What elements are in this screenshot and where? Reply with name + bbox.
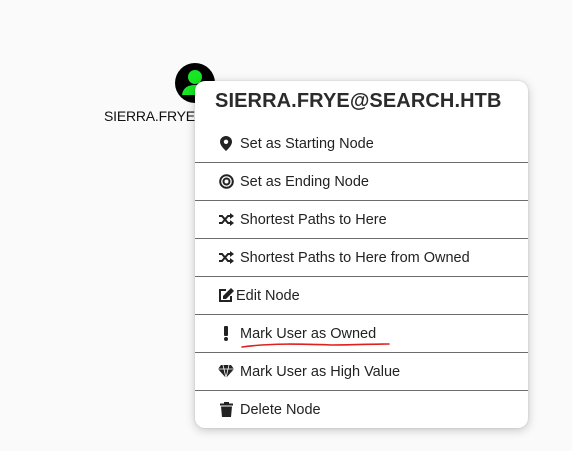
graph-canvas[interactable]: SIERRA.FRYE@SEARCH.HTB SIERRA.FRYE@SEARC…	[0, 0, 572, 451]
menu-item-label: Shortest Paths to Here from Owned	[240, 249, 470, 266]
bullseye-icon	[218, 174, 234, 190]
red-underline-annotation	[241, 343, 390, 348]
menu-list: Set as Starting Node Set as Ending Node …	[195, 125, 528, 428]
map-marker-icon	[218, 136, 234, 152]
menu-item-mark-high-value[interactable]: Mark User as High Value	[195, 353, 528, 391]
random-icon	[218, 212, 234, 228]
menu-item-set-starting-node[interactable]: Set as Starting Node	[195, 125, 528, 163]
menu-item-edit-node[interactable]: Edit Node	[195, 277, 528, 315]
menu-item-set-ending-node[interactable]: Set as Ending Node	[195, 163, 528, 201]
menu-item-mark-owned[interactable]: Mark User as Owned	[195, 315, 528, 353]
menu-item-shortest-paths-from-owned[interactable]: Shortest Paths to Here from Owned	[195, 239, 528, 277]
menu-item-label: Mark User as Owned	[240, 325, 377, 342]
menu-item-delete-node[interactable]: Delete Node	[195, 391, 528, 428]
menu-item-label: Delete Node	[240, 401, 321, 418]
random-icon	[218, 250, 234, 266]
menu-item-label: Edit Node	[236, 287, 300, 304]
menu-item-label: Set as Starting Node	[240, 135, 374, 152]
menu-item-label: Set as Ending Node	[240, 173, 369, 190]
menu-title: SIERRA.FRYE@SEARCH.HTB	[215, 90, 502, 112]
exclamation-icon	[218, 326, 234, 342]
menu-item-label: Shortest Paths to Here	[240, 211, 387, 228]
edit-icon	[218, 288, 234, 304]
gem-icon	[218, 364, 234, 380]
menu-item-shortest-paths[interactable]: Shortest Paths to Here	[195, 201, 528, 239]
menu-item-label: Mark User as High Value	[240, 363, 401, 380]
trash-icon	[218, 402, 234, 418]
context-menu: SIERRA.FRYE@SEARCH.HTB Set as Starting N…	[195, 81, 528, 428]
